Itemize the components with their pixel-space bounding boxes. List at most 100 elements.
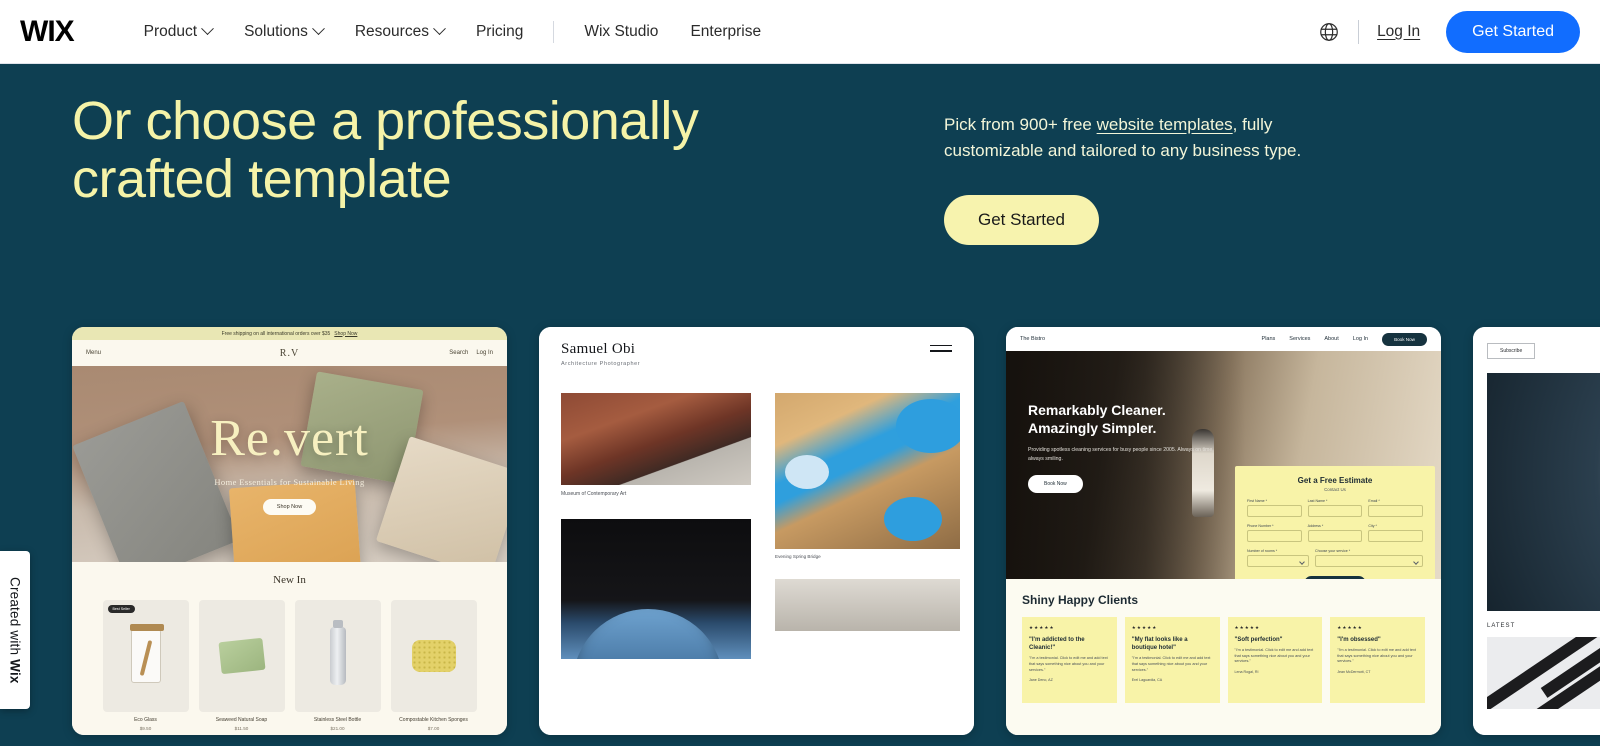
business-hero-button[interactable]: Book Now [1028, 475, 1083, 493]
city-input[interactable] [1368, 530, 1424, 542]
testimonial-author: Jane Deno, AZ [1029, 678, 1053, 683]
portfolio-header: Samuel Obi Architecture Photographer [539, 341, 974, 367]
nav-item-wix-studio[interactable]: Wix Studio [568, 15, 674, 49]
get-started-button-hero[interactable]: Get Started [944, 195, 1099, 245]
nav-item-enterprise[interactable]: Enterprise [674, 15, 777, 49]
sky-opening [884, 497, 942, 541]
star-rating-icon: ★★★★★ [1029, 625, 1055, 630]
testimonial-grid: ★★★★★ "I'm addicted to the Cleanic!" "I'… [1022, 617, 1425, 703]
wix-logo[interactable]: WIX [20, 16, 75, 47]
testimonial-quote: "I'm addicted to the Cleanic!" [1029, 637, 1085, 652]
get-quote-button[interactable]: Get a Quote [1304, 576, 1366, 579]
product-card[interactable]: Seaweed Natural Soap $11.50 [198, 600, 285, 731]
star-rating-icon: ★★★★★ [1337, 625, 1363, 630]
badge-prefix: Created with [7, 576, 23, 659]
address-input[interactable] [1307, 530, 1363, 542]
form-label: City * [1368, 524, 1377, 528]
business-nav-link[interactable]: Plans [1262, 336, 1276, 342]
star-rating-icon: ★★★★★ [1131, 625, 1158, 630]
estimate-form: Get a Free Estimate Contact Us First Nam… [1235, 466, 1435, 579]
portfolio-owner-name: Samuel Obi [561, 341, 636, 357]
page-title: Or choose a professionally crafted templ… [72, 91, 699, 210]
testimonial-author: Erel Laguardia, CA [1131, 678, 1163, 683]
template-card-business[interactable]: The Bistro Plans Services About Log In B… [1006, 327, 1441, 735]
chevron-down-icon [201, 22, 214, 36]
store-section-title: New In [273, 574, 306, 586]
product-name: Eco Glass [134, 717, 157, 723]
nav-item-resources[interactable]: Resources [339, 15, 460, 49]
header-actions: Log In Get Started [1318, 10, 1580, 53]
sky-opening [896, 399, 960, 453]
badge-brand: Wix [7, 658, 23, 684]
store-hero-title: Re.vert [210, 410, 369, 467]
portfolio-photo-bridge [561, 519, 751, 659]
business-nav-link[interactable]: Services [1289, 336, 1310, 342]
header-divider [1358, 19, 1360, 44]
business-nav-cta[interactable]: Book Now [1382, 332, 1427, 346]
business-nav-link[interactable]: Log In [1353, 336, 1368, 342]
dome-shape [573, 609, 723, 659]
blog-subscribe-button[interactable]: Subscribe [1487, 343, 1536, 359]
service-select[interactable] [1315, 555, 1423, 567]
store-login-label[interactable]: Log In [476, 350, 493, 356]
form-subtitle: Contact Us [1324, 487, 1346, 492]
store-hero-tagline: Home Essentials for Sustainable Living [214, 477, 365, 487]
sponge-icon [411, 640, 456, 672]
testimonial-text: "I'm a testimonial. Click to edit me and… [1029, 656, 1108, 672]
form-label: Number of rooms * [1247, 549, 1278, 553]
business-nav-link[interactable]: About [1324, 336, 1338, 342]
website-templates-link[interactable]: website templates [1097, 115, 1233, 134]
template-card-store[interactable]: Free shipping on all international order… [72, 327, 507, 735]
product-price: $9.50 [139, 726, 152, 731]
nav-item-solutions[interactable]: Solutions [228, 15, 339, 49]
rooms-select[interactable] [1247, 555, 1309, 567]
nav-label: Resources [354, 22, 429, 40]
product-name: Seaweed Natural Soap [215, 717, 268, 723]
chevron-down-icon [433, 22, 446, 36]
store-hero: Re.vert Home Essentials for Sustainable … [72, 366, 507, 562]
portfolio-photo-curve [775, 579, 960, 631]
nav-item-pricing[interactable]: Pricing [460, 15, 539, 49]
form-label: First Name * [1247, 499, 1267, 503]
form-label: Choose your service * [1315, 549, 1351, 553]
last-name-input[interactable] [1307, 505, 1363, 517]
announcement-link[interactable]: Shop Now [334, 331, 357, 337]
login-link[interactable]: Log In [1377, 23, 1420, 41]
nav-item-product[interactable]: Product [128, 15, 228, 49]
testimonial-quote: "My flat looks like a boutique hotel" [1131, 637, 1188, 652]
store-hero-button[interactable]: Shop Now [262, 499, 317, 515]
phone-input[interactable] [1247, 530, 1302, 542]
store-menu-label[interactable]: Menu [86, 350, 101, 356]
testimonial-quote: "Soft perfection" [1234, 637, 1283, 643]
best-seller-badge: Best Seller [107, 605, 135, 613]
hero-subtitle: Pick from 900+ free website templates, f… [944, 112, 1364, 163]
star-rating-icon: ★★★★★ [1234, 625, 1261, 630]
blog-latest-photo [1487, 637, 1600, 709]
product-card[interactable]: Best Seller Eco Glass $9.50 [102, 600, 189, 731]
first-name-input[interactable] [1247, 505, 1302, 517]
globe-icon[interactable] [1318, 21, 1340, 43]
product-price: $7.00 [427, 726, 440, 731]
created-with-wix-badge[interactable]: Created with Wix [0, 551, 30, 709]
product-price: $11.50 [234, 726, 249, 731]
email-input[interactable] [1368, 505, 1424, 517]
hero-left: Or choose a professionally crafted templ… [72, 92, 932, 245]
testimonial-author: Jean McDermott, CT [1337, 670, 1371, 675]
template-card-blog[interactable]: Subscribe LATEST [1473, 327, 1600, 735]
soap-bar-icon [217, 637, 266, 675]
hamburger-menu-icon[interactable] [930, 345, 952, 356]
product-card[interactable]: Compostable Kitchen Sponges $7.00 [390, 600, 477, 731]
business-hero-title-1: Remarkably Cleaner. [1028, 402, 1166, 418]
template-card-blog-wrapper: Subscribe LATEST Blog [1473, 327, 1600, 746]
bottle-icon [329, 620, 346, 685]
portfolio-caption: Museum of Contemporary Art [561, 491, 627, 497]
product-name: Stainless Steel Bottle [313, 717, 362, 723]
business-brand: The Bistro [1020, 336, 1046, 342]
business-hero-body: Providing spotless cleaning services for… [1028, 447, 1214, 462]
site-header: WIX Product Solutions Resources Pricing … [0, 0, 1600, 64]
template-card-portfolio[interactable]: Samuel Obi Architecture Photographer Mus… [539, 327, 974, 735]
get-started-button-header[interactable]: Get Started [1446, 10, 1580, 53]
product-card[interactable]: Stainless Steel Bottle $21.00 [294, 600, 381, 731]
nav-label: Wix Studio [584, 22, 659, 40]
store-search-label[interactable]: Search [449, 350, 468, 356]
